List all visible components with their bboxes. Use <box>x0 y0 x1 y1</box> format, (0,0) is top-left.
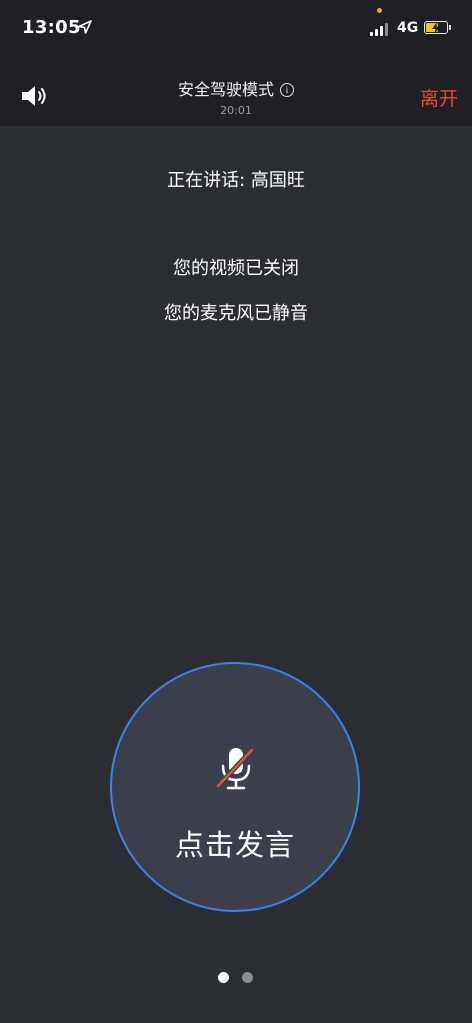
page-dot-inactive[interactable] <box>242 972 253 983</box>
page-indicator <box>218 972 258 984</box>
location-arrow-icon <box>78 20 92 34</box>
battery-tip <box>449 25 451 30</box>
mode-title-label: 安全驾驶模式 <box>177 80 274 99</box>
tap-to-speak-button[interactable]: 点击发言 <box>110 662 360 912</box>
status-time: 13:05 <box>22 17 81 38</box>
cellular-signal-icon <box>370 22 390 36</box>
meeting-timer: 20:01 <box>220 104 252 117</box>
muted-microphone-icon <box>216 748 254 790</box>
video-status-text: 您的视频已关闭 <box>173 258 299 279</box>
charging-bolt-icon <box>432 22 440 34</box>
tap-to-speak-label: 点击发言 <box>174 828 295 862</box>
battery-icon <box>424 21 448 34</box>
status-bar: 13:05 4G <box>0 0 472 60</box>
mode-title: 安全驾驶模式 i <box>0 76 472 100</box>
network-type: 4G <box>397 20 419 36</box>
leave-button[interactable]: 离开 <box>420 84 458 111</box>
privacy-indicator-dot <box>377 8 382 13</box>
mic-status-text: 您的麦克风已静音 <box>164 303 308 324</box>
meeting-header: 安全驾驶模式 i 20:01 离开 <box>0 60 472 126</box>
page-dot-active[interactable] <box>218 972 229 983</box>
current-speaker-text: 正在讲话: 高国旺 <box>167 170 305 191</box>
info-icon[interactable]: i <box>280 83 294 97</box>
